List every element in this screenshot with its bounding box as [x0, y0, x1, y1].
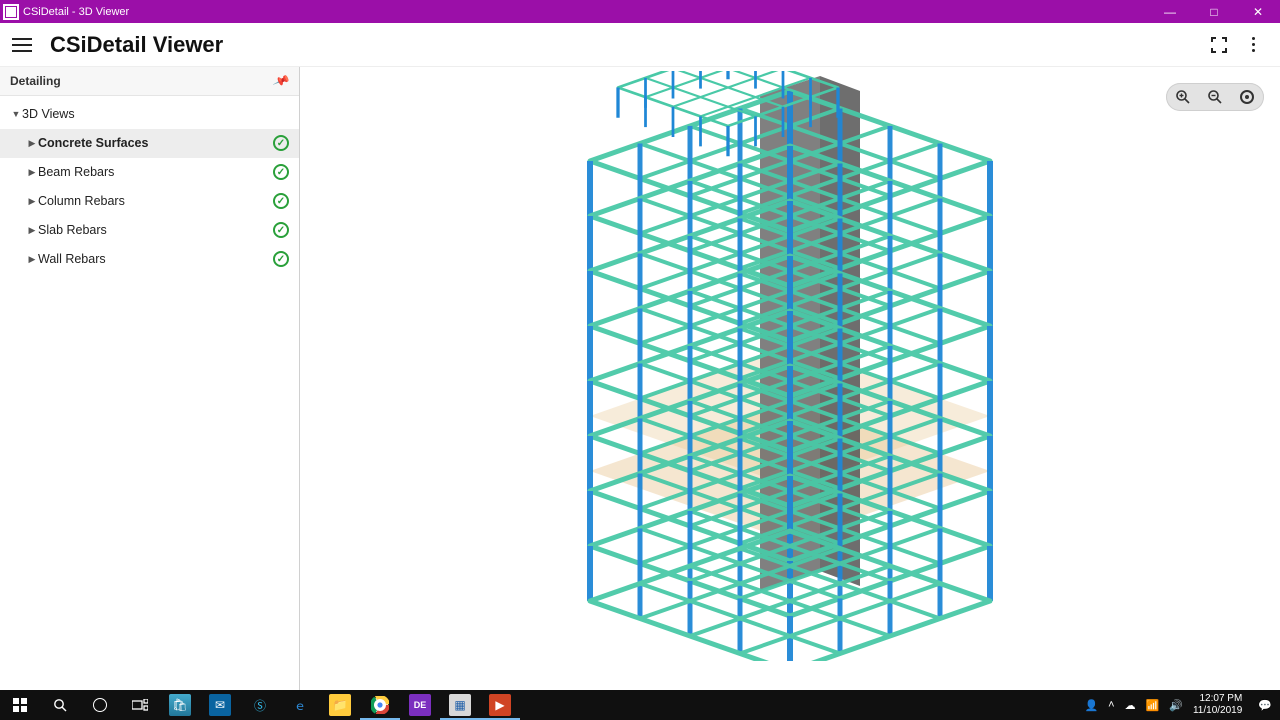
taskbar-app-explorer[interactable]: 📁	[320, 690, 360, 720]
zoom-toolbar	[1166, 83, 1264, 111]
window-title: CSiDetail - 3D Viewer	[23, 6, 129, 18]
tree-view: ▼ 3D Views ▶ Concrete Surfaces ✓ ▶ Beam …	[0, 96, 299, 278]
fullscreen-icon	[1211, 37, 1227, 53]
onenote-icon: DE	[409, 694, 431, 716]
hamburger-menu-button[interactable]	[12, 38, 36, 52]
taskbar-app-onenote[interactable]: DE	[400, 690, 440, 720]
close-button[interactable]: ✕	[1236, 0, 1280, 23]
tree-root-3d-views[interactable]: ▼ 3D Views	[0, 100, 299, 129]
app-title: CSiDetail Viewer	[50, 32, 223, 58]
sidebar-panel: Detailing 📌 ▼ 3D Views ▶ Concrete Surfac…	[0, 67, 300, 690]
tree-item-label: Concrete Surfaces	[38, 136, 273, 150]
clock-time: 12:07 PM	[1193, 693, 1242, 705]
maximize-button[interactable]: □	[1192, 0, 1236, 23]
search-button[interactable]	[40, 690, 80, 720]
3d-viewer-canvas[interactable]	[300, 67, 1280, 690]
task-view-icon	[132, 699, 148, 711]
search-icon	[53, 698, 68, 713]
csidetail-icon: ▦	[449, 694, 471, 716]
more-menu-button[interactable]	[1236, 28, 1270, 62]
volume-icon[interactable]: 🔊	[1169, 699, 1183, 712]
system-tray: 👤 ˄ ☁ 📶 🔊 12:07 PM 11/10/2019 💬	[1076, 693, 1280, 717]
zoom-out-icon	[1207, 89, 1223, 105]
taskbar-app-powerpoint[interactable]: ▶	[480, 690, 520, 720]
tree-root-label: 3D Views	[22, 107, 289, 121]
onedrive-icon[interactable]: ☁	[1125, 699, 1136, 712]
edge-icon: ｅ	[289, 694, 311, 716]
tree-item-column-rebars[interactable]: ▶ Column Rebars ✓	[0, 187, 299, 216]
tree-item-concrete-surfaces[interactable]: ▶ Concrete Surfaces ✓	[0, 129, 299, 158]
taskbar-app-edge[interactable]: ｅ	[280, 690, 320, 720]
notifications-icon[interactable]: 💬	[1258, 699, 1272, 712]
tree-item-label: Slab Rebars	[38, 223, 273, 237]
task-view-button[interactable]	[120, 690, 160, 720]
kebab-icon	[1252, 37, 1255, 52]
check-circle-icon: ✓	[273, 222, 289, 238]
network-icon[interactable]: 📶	[1146, 699, 1160, 712]
windows-taskbar: 🛍 ✉ Ⓢ ｅ 📁 DE ▦ ▶ 👤 ˄ ☁ 📶 🔊 12:07 PM 11/1…	[0, 690, 1280, 720]
fullscreen-button[interactable]	[1202, 28, 1236, 62]
cortana-icon	[93, 698, 107, 712]
people-icon[interactable]: 👤	[1084, 699, 1098, 712]
check-circle-icon: ✓	[273, 164, 289, 180]
app-icon	[3, 4, 19, 20]
windows-icon	[13, 698, 27, 712]
taskbar-app-skype[interactable]: Ⓢ	[240, 690, 280, 720]
recenter-button[interactable]	[1238, 88, 1256, 106]
powerpoint-icon: ▶	[489, 694, 511, 716]
zoom-in-button[interactable]	[1174, 88, 1192, 106]
tree-item-slab-rebars[interactable]: ▶ Slab Rebars ✓	[0, 216, 299, 245]
store-icon: 🛍	[169, 694, 191, 716]
zoom-in-icon	[1175, 89, 1191, 105]
caret-right-icon: ▶	[26, 196, 38, 207]
folder-icon: 📁	[329, 694, 351, 716]
taskbar-app-store[interactable]: 🛍	[160, 690, 200, 720]
tree-item-wall-rebars[interactable]: ▶ Wall Rebars ✓	[0, 245, 299, 274]
zoom-out-button[interactable]	[1206, 88, 1224, 106]
taskbar-app-csidetail[interactable]: ▦	[440, 690, 480, 720]
taskbar-app-chrome[interactable]	[360, 690, 400, 720]
structural-model-render	[530, 71, 1050, 661]
tree-item-label: Column Rebars	[38, 194, 273, 208]
minimize-button[interactable]: ―	[1148, 0, 1192, 23]
taskbar-clock[interactable]: 12:07 PM 11/10/2019	[1193, 693, 1248, 717]
caret-right-icon: ▶	[26, 225, 38, 236]
sidebar-panel-header: Detailing 📌	[0, 67, 299, 96]
start-button[interactable]	[0, 690, 40, 720]
tree-item-label: Wall Rebars	[38, 252, 273, 266]
caret-right-icon: ▶	[26, 254, 38, 265]
check-circle-icon: ✓	[273, 251, 289, 267]
caret-right-icon: ▶	[26, 167, 38, 178]
chrome-icon	[369, 694, 391, 716]
tree-item-beam-rebars[interactable]: ▶ Beam Rebars ✓	[0, 158, 299, 187]
sidebar-panel-title: Detailing	[10, 74, 61, 88]
caret-right-icon: ▶	[26, 138, 38, 149]
cortana-button[interactable]	[80, 690, 120, 720]
window-titlebar: CSiDetail - 3D Viewer ― □ ✕	[0, 0, 1280, 23]
tree-item-label: Beam Rebars	[38, 165, 273, 179]
skype-icon: Ⓢ	[249, 694, 271, 716]
app-header: CSiDetail Viewer	[0, 23, 1280, 67]
caret-down-icon: ▼	[10, 109, 22, 119]
target-icon	[1240, 90, 1254, 104]
clock-date: 11/10/2019	[1193, 705, 1242, 717]
pin-icon[interactable]: 📌	[272, 72, 291, 90]
check-circle-icon: ✓	[273, 135, 289, 151]
mail-icon: ✉	[209, 694, 231, 716]
check-circle-icon: ✓	[273, 193, 289, 209]
taskbar-app-mail[interactable]: ✉	[200, 690, 240, 720]
tray-chevron-icon[interactable]: ˄	[1108, 699, 1114, 711]
